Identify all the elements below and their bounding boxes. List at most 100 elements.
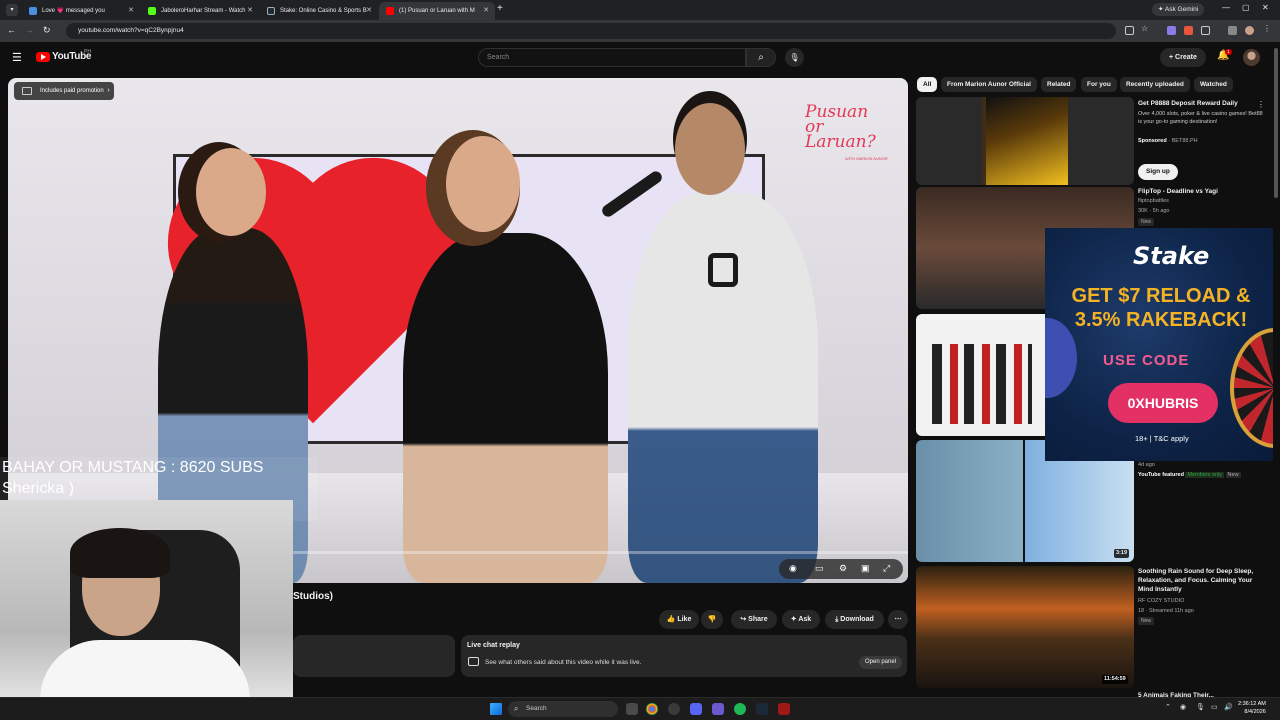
person-left-head xyxy=(196,148,266,236)
stake-overlay-ad: Stake GET $7 RELOAD & 3.5% RAKEBACK! USE… xyxy=(1045,228,1280,461)
captions-icon[interactable]: ▭ xyxy=(815,563,824,574)
autoplay-toggle-icon[interactable]: ◉ xyxy=(789,563,797,574)
new-tab-button[interactable]: + xyxy=(497,3,503,14)
channel-name[interactable]: RF COZY STUDIO xyxy=(1138,597,1263,605)
account-avatar[interactable] xyxy=(1243,49,1260,66)
settings-gear-icon[interactable]: ⚙ xyxy=(839,563,847,574)
promotion-icon xyxy=(22,87,32,95)
video-title-rain[interactable]: Soothing Rain Sound for Deep Sleep, Rela… xyxy=(1138,567,1263,594)
app-icon[interactable] xyxy=(712,703,724,715)
stake-logo: Stake xyxy=(1133,242,1210,270)
ask-button[interactable]: ✦ Ask xyxy=(782,610,820,629)
search-icon: ⌕ xyxy=(514,704,519,713)
chip-from-channel[interactable]: From Marion Aunor Official xyxy=(941,77,1037,92)
app-tray-icon[interactable]: ◉ xyxy=(1180,703,1186,711)
tab-favicon-icon xyxy=(148,7,156,15)
voice-search-button[interactable]: 🎙 xyxy=(785,48,804,67)
back-icon[interactable]: ← xyxy=(7,25,16,35)
menu-icon[interactable]: ☰ xyxy=(12,51,22,64)
browser-menu-icon[interactable]: ⋮ xyxy=(1263,24,1272,33)
tab-title: Stake: Online Casino & Sports B xyxy=(280,8,367,14)
ad-title[interactable]: Get P8888 Deposit Reward Daily xyxy=(1138,99,1263,108)
youtube-logo-icon[interactable] xyxy=(36,52,50,62)
more-icon: ⋯ xyxy=(894,616,902,623)
windows-start-icon[interactable] xyxy=(490,703,502,715)
maximize-icon[interactable]: ▢ xyxy=(1242,3,1250,12)
channel-name[interactable]: fliptopbattles xyxy=(1138,197,1263,205)
ad-more-icon[interactable]: ⋮ xyxy=(1257,100,1265,109)
chip-watched[interactable]: Watched xyxy=(1194,77,1233,92)
host-head xyxy=(446,136,520,232)
sign-up-button[interactable]: Sign up xyxy=(1138,164,1178,180)
video-thumbnail-rain[interactable] xyxy=(916,566,1134,688)
discord-icon[interactable] xyxy=(690,703,702,715)
taskbar-clock[interactable]: 2:36:12 AM 8/4/2026 xyxy=(1238,700,1266,716)
dislike-button[interactable]: 👎 xyxy=(701,610,723,629)
share-button[interactable]: ↪ Share xyxy=(731,610,777,629)
members-only-badge: Members only xyxy=(1185,472,1225,478)
stake-terms: 18+ | T&C apply xyxy=(1135,434,1189,443)
download-icon[interactable] xyxy=(1228,26,1237,35)
tab-close-icon[interactable]: ✕ xyxy=(247,2,253,20)
scrollbar-thumb[interactable] xyxy=(1274,48,1278,198)
tab-close-icon[interactable]: ✕ xyxy=(128,2,134,20)
taskbar-search[interactable]: ⌕ Search xyxy=(508,701,618,717)
streamer-webcam xyxy=(0,500,293,720)
address-bar[interactable]: youtube.com/watch?v=qC2Bynpjnu4 xyxy=(66,23,1116,39)
create-button[interactable]: + Create xyxy=(1160,48,1206,67)
ask-gemini-button[interactable]: ✦ Ask Gemini xyxy=(1152,3,1205,16)
app-icon[interactable] xyxy=(668,703,680,715)
tab-close-icon[interactable]: ✕ xyxy=(483,2,489,20)
minimize-icon[interactable]: — xyxy=(1222,3,1230,12)
tray-chevron-icon[interactable]: ⌃ xyxy=(1165,703,1171,711)
close-window-icon[interactable]: ✕ xyxy=(1262,3,1269,12)
chip-all[interactable]: All xyxy=(917,77,938,92)
volume-icon[interactable]: 🔊 xyxy=(1224,703,1233,711)
chrome-icon[interactable] xyxy=(646,703,658,715)
extension-icon[interactable] xyxy=(1184,26,1193,35)
chevron-right-icon: › xyxy=(107,87,110,94)
bookmark-star-icon[interactable]: ☆ xyxy=(1141,24,1150,33)
chip-recently-uploaded[interactable]: Recently uploaded xyxy=(1120,77,1190,92)
network-icon[interactable]: ▭ xyxy=(1211,703,1218,711)
live-chat-replay-box: Live chat replay See what others said ab… xyxy=(461,635,907,677)
sponsor-domain: BET88.PH xyxy=(1171,138,1198,144)
chat-icon xyxy=(468,657,479,666)
like-button[interactable]: 👍 Like xyxy=(659,610,699,629)
search-button[interactable]: ⌕ xyxy=(746,48,776,67)
paid-promotion-chip[interactable]: Includes paid promotion › xyxy=(14,82,114,100)
reload-icon[interactable]: ↻ xyxy=(43,25,51,36)
more-actions-button[interactable]: ⋯ xyxy=(888,610,908,629)
clock-date: 8/4/2026 xyxy=(1244,709,1266,715)
browser-tab[interactable]: JaboleroHarhar Stream - Watch ✕ xyxy=(141,2,259,20)
cast-icon[interactable] xyxy=(1125,26,1134,35)
fullscreen-icon[interactable]: ⤢ xyxy=(883,563,890,574)
steam-icon[interactable] xyxy=(756,703,768,715)
youtube-featured-badge: YouTube featured xyxy=(1138,472,1184,478)
duration-badge: 3:19 xyxy=(1114,549,1130,558)
description-box[interactable] xyxy=(293,635,455,677)
browser-tab-active[interactable]: (1) Pusuan or Laruan with M ✕ xyxy=(379,2,495,20)
miniplayer-icon[interactable]: ▣ xyxy=(861,563,870,574)
ad-image xyxy=(986,97,1068,185)
chip-related[interactable]: Related xyxy=(1041,77,1077,92)
open-panel-button[interactable]: Open panel xyxy=(859,656,903,669)
video-title-fliptop[interactable]: FlipTop - Deadline vs Yagi xyxy=(1138,187,1263,196)
tab-close-icon[interactable]: ✕ xyxy=(366,2,372,20)
person-right-head xyxy=(675,103,745,195)
chip-for-you[interactable]: For you xyxy=(1081,77,1117,92)
tab-search-button[interactable]: ▾ xyxy=(6,4,18,16)
spotify-icon[interactable] xyxy=(734,703,746,715)
search-input[interactable]: Search xyxy=(478,48,746,67)
app-icon[interactable] xyxy=(778,703,790,715)
forward-icon[interactable]: → xyxy=(25,25,34,35)
sponsored-ad-thumbnail[interactable] xyxy=(916,97,1134,185)
download-button[interactable]: ⤓ Download xyxy=(825,610,884,629)
browser-tab[interactable]: Love 💗 messaged you ✕ xyxy=(22,2,140,20)
profile-avatar-icon[interactable] xyxy=(1245,26,1254,35)
extension-icon[interactable] xyxy=(1167,26,1176,35)
browser-tab[interactable]: Stake: Online Casino & Sports B ✕ xyxy=(260,2,378,20)
mic-tray-icon[interactable]: 🎙 xyxy=(1196,703,1205,711)
extensions-puzzle-icon[interactable] xyxy=(1201,26,1210,35)
task-view-icon[interactable] xyxy=(626,703,638,715)
